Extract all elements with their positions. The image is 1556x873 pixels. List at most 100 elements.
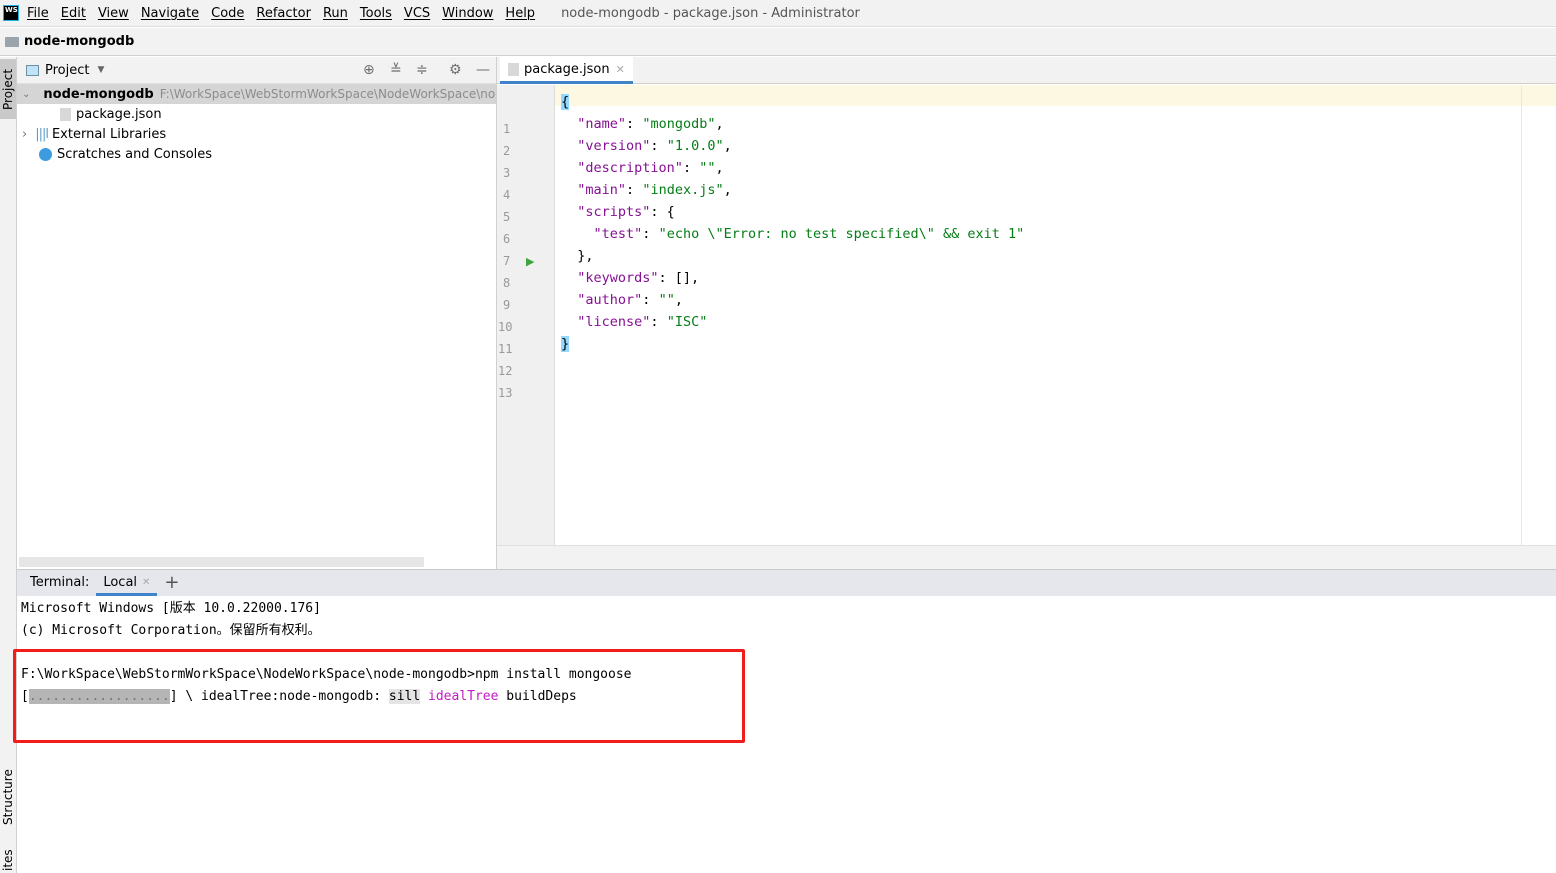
chevron-right-icon[interactable]: › xyxy=(22,127,27,142)
favorites-tab-label: ites xyxy=(1,849,15,871)
favorites-tool-tab[interactable]: ites xyxy=(0,847,16,873)
code-token: "" xyxy=(699,160,716,176)
code-token: { xyxy=(561,94,570,110)
tree-item-root[interactable]: ⌄ node-mongodb F:\WorkSpace\WebStormWork… xyxy=(17,84,496,104)
code-token: , xyxy=(723,182,732,198)
scratches-icon xyxy=(39,147,52,161)
code-token: "author" xyxy=(577,292,643,308)
right-margin-guide xyxy=(1521,85,1522,545)
highlight-annotation-box xyxy=(13,649,745,743)
menu-code[interactable]: Code xyxy=(211,6,244,21)
code-line: "scripts": { xyxy=(561,201,675,223)
menu-view[interactable]: View xyxy=(98,6,129,21)
gear-icon[interactable]: ⚙ xyxy=(449,62,462,78)
code-token: , xyxy=(723,138,732,154)
code-token: "mongodb" xyxy=(642,116,716,132)
line-number: 1 xyxy=(503,122,511,136)
navigation-bar: node-mongodb xyxy=(0,28,1556,56)
project-tool-tab[interactable]: Project xyxy=(0,59,16,119)
tab-local[interactable]: Local ✕ xyxy=(96,569,158,596)
line-number: 5 xyxy=(503,210,511,224)
code-token: : xyxy=(650,314,667,330)
code-token: : xyxy=(642,226,659,242)
code-token: : xyxy=(682,160,700,176)
new-terminal-button[interactable]: + xyxy=(157,569,186,596)
menu-tools[interactable]: Tools xyxy=(360,6,392,21)
menu-window[interactable]: Window xyxy=(442,6,493,21)
code-token: : { xyxy=(650,204,675,220)
project-tab-label: Project xyxy=(1,68,15,110)
code-token: "license" xyxy=(577,314,651,330)
tab-package-json[interactable]: package.json ✕ xyxy=(500,57,633,84)
window-title: node-mongodb - package.json - Administra… xyxy=(561,5,860,21)
code-token: "test" xyxy=(593,226,643,242)
code-line: "name": "mongodb", xyxy=(561,113,723,135)
terminal-line: Microsoft Windows [版本 10.0.22000.176] xyxy=(21,601,321,616)
code-line: "description": "", xyxy=(561,157,723,179)
chevron-down-icon[interactable]: ⌄ xyxy=(22,89,30,100)
terminal-label: Terminal: xyxy=(30,575,90,590)
code-line: "keywords": [], xyxy=(561,267,699,289)
menu-file[interactable]: File xyxy=(27,6,49,21)
line-number: 4 xyxy=(503,188,511,202)
tree-item-external-libraries[interactable]: › |||l External Libraries xyxy=(17,124,496,144)
code-token: "index.js" xyxy=(642,182,724,198)
code-token: "main" xyxy=(577,182,627,198)
line-number: 7 xyxy=(503,254,511,268)
tree-root-path: F:\WorkSpace\WebStormWorkSpace\NodeWorkS… xyxy=(159,87,496,101)
project-panel-header: Project ▼ ⊕ ≚ ≑ ⚙ — xyxy=(17,57,496,84)
code-token: "" xyxy=(658,292,675,308)
tree-item-package-json[interactable]: package.json xyxy=(17,104,496,124)
code-token: : xyxy=(626,182,643,198)
menu-refactor[interactable]: Refactor xyxy=(256,6,311,21)
code-token: : [], xyxy=(658,270,700,286)
editor: package.json ✕ 1 2 3 4 5 6 7 8 9 10 11 12 13 ▶ { "nam… xyxy=(497,57,1556,569)
code-token: : xyxy=(626,116,643,132)
project-view-icon xyxy=(26,64,39,76)
tab-label: Local xyxy=(103,575,138,590)
run-script-icon[interactable]: ▶ xyxy=(526,255,534,268)
structure-tool-tab[interactable]: Structure xyxy=(0,762,16,832)
horizontal-scrollbar[interactable] xyxy=(19,557,424,567)
chevron-down-icon[interactable]: ▼ xyxy=(97,65,104,75)
breadcrumb-project[interactable]: node-mongodb xyxy=(24,34,134,49)
hide-icon[interactable]: — xyxy=(476,62,490,78)
close-icon[interactable]: ✕ xyxy=(142,577,150,588)
code-token: } xyxy=(561,336,570,352)
tree-item-label: package.json xyxy=(76,106,162,122)
menu-vcs[interactable]: VCS xyxy=(404,6,430,21)
json-file-icon xyxy=(60,107,71,121)
code-token: : xyxy=(642,292,659,308)
code-token: "name" xyxy=(577,116,627,132)
line-number: 13 xyxy=(498,386,513,400)
close-icon[interactable]: ✕ xyxy=(616,63,625,76)
code-line: "version": "1.0.0", xyxy=(561,135,732,157)
code-token: "ISC" xyxy=(666,314,708,330)
menu-help[interactable]: Help xyxy=(505,6,535,21)
structure-tab-label: Structure xyxy=(1,769,15,825)
locate-icon[interactable]: ⊕ xyxy=(363,62,375,78)
tree-root-label: node-mongodb xyxy=(43,86,154,102)
tree-item-scratches[interactable]: Scratches and Consoles xyxy=(17,144,496,164)
project-view-selector[interactable]: Project xyxy=(45,63,89,78)
code-token: "1.0.0" xyxy=(666,138,724,154)
line-number: 2 xyxy=(503,144,511,158)
menu-run[interactable]: Run xyxy=(323,6,348,21)
menu-edit[interactable]: Edit xyxy=(61,6,86,21)
collapse-all-icon[interactable]: ≑ xyxy=(416,62,428,78)
code-line: "license": "ISC" xyxy=(561,311,707,333)
code-token: : xyxy=(650,138,667,154)
menu-bar: WS File Edit View Navigate Code Refactor… xyxy=(0,0,1556,27)
menu-navigate[interactable]: Navigate xyxy=(141,6,199,21)
code-token: "version" xyxy=(577,138,651,154)
folder-icon xyxy=(5,36,19,47)
line-number: 10 xyxy=(498,320,513,334)
expand-all-icon[interactable]: ≚ xyxy=(390,62,402,78)
tree-item-label: External Libraries xyxy=(51,126,167,142)
